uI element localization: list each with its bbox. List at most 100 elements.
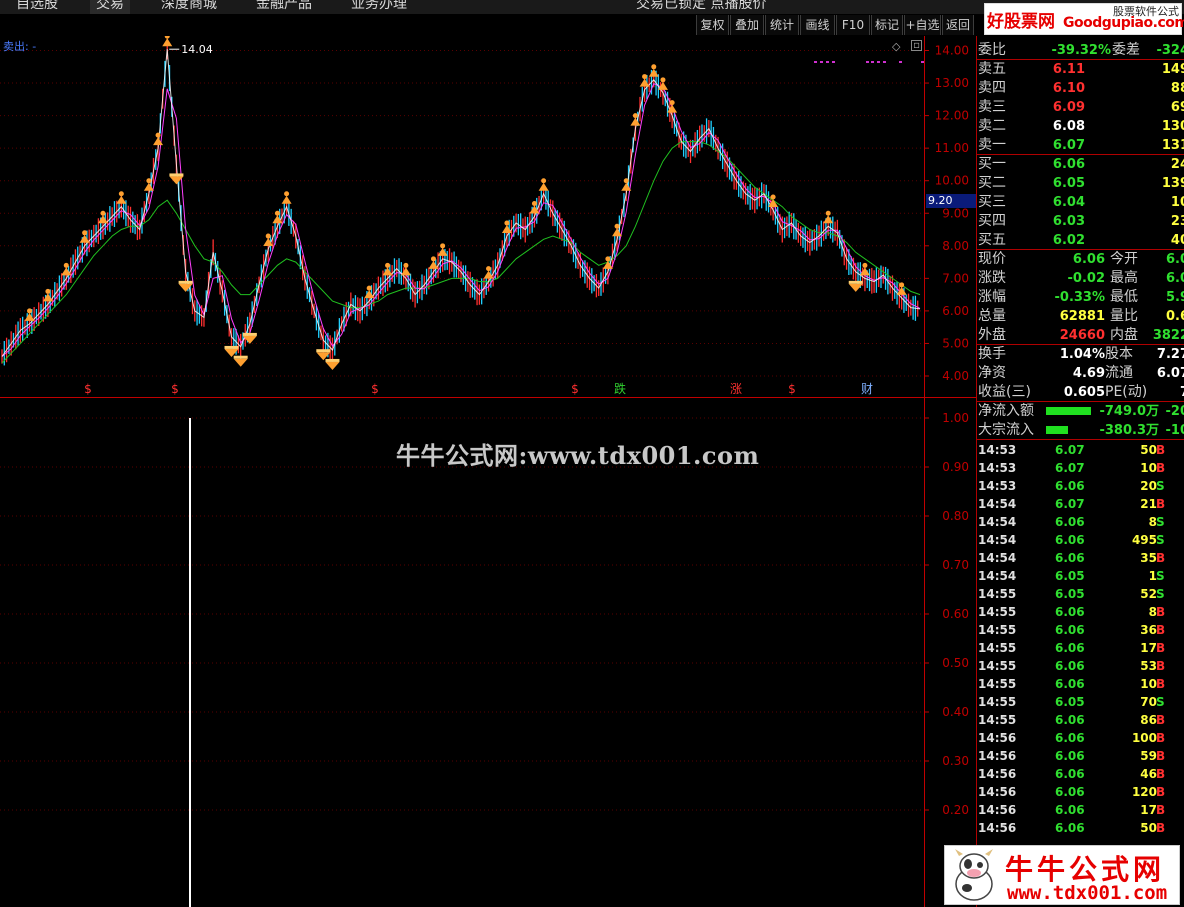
sell-signal-icon xyxy=(233,355,248,367)
y-tick-label: 0.70 xyxy=(942,558,969,572)
stat2-label: 换手 xyxy=(978,346,1006,362)
peak-label: 14.04 xyxy=(181,43,213,56)
bid-row: 买四 6.03 23 xyxy=(977,212,1184,231)
tick-price: 6.07 xyxy=(1055,443,1085,457)
tick-price: 6.05 xyxy=(1055,569,1085,583)
buy-signal-icon xyxy=(823,210,834,224)
tick-row: 14:54 6.05 1 S xyxy=(977,567,1184,585)
top-tab[interactable]: 自选股 xyxy=(10,0,64,14)
flow-value: -749.0万 xyxy=(1099,404,1159,419)
buy-signal-icon xyxy=(272,210,283,224)
ask-label: 卖二 xyxy=(978,118,1006,134)
tick-side: B xyxy=(1156,785,1166,799)
top-tab[interactable]: 交易 xyxy=(90,0,130,14)
bid-label: 买一 xyxy=(978,156,1006,172)
stats-button[interactable]: 统计 xyxy=(765,15,799,35)
overlay-button[interactable]: 叠加 xyxy=(730,15,764,35)
add-watchlist-button[interactable]: +自选 xyxy=(904,15,941,35)
ask-label: 卖三 xyxy=(978,99,1006,115)
signal-dot xyxy=(899,61,902,63)
tick-price: 6.06 xyxy=(1055,533,1085,547)
goodgupiao-logo: 好股票网 Goodgupiao.com 股票软件公式 xyxy=(984,3,1184,35)
stat-value: -0.02 xyxy=(1067,271,1105,286)
fuquan-button[interactable]: 复权 xyxy=(696,15,729,35)
buy-signal-icon xyxy=(97,210,108,224)
stat-label: 外盘 xyxy=(978,327,1006,343)
kline-svg: 14.00 13.00 12.00 11.00 10.00 9.00 8.00 7.00 6.0… xyxy=(0,33,976,398)
bid-volume: 23 xyxy=(1170,214,1184,229)
buy-signal-icon xyxy=(116,191,127,204)
tick-volume: 495 xyxy=(1131,533,1157,547)
tick-price: 6.06 xyxy=(1055,767,1085,781)
top-tab[interactable]: 金融产品 xyxy=(250,0,318,14)
tick-price: 6.06 xyxy=(1055,641,1085,655)
tick-time: 14:56 xyxy=(978,767,1017,781)
stat-value: 6.06 xyxy=(1072,252,1105,267)
window-icon[interactable]: ▫ xyxy=(911,40,922,51)
lower-indicator-chart[interactable]: 1.00 0.90 0.80 0.70 0.60 0.50 0.40 0.30 0.20 xyxy=(0,398,976,907)
buy-signal-icon xyxy=(143,178,154,191)
tick-row: 14:55 6.06 53 B xyxy=(977,657,1184,675)
y-tick-label: 12.00 xyxy=(935,109,969,123)
tick-price: 6.06 xyxy=(1055,803,1085,817)
tick-row: 14:55 6.06 8 B xyxy=(977,603,1184,621)
ask-volume: 69 xyxy=(1170,100,1184,115)
tick-volume: 100 xyxy=(1131,731,1157,745)
stat-row: 涨跌 -0.02 最高 6.0 xyxy=(977,269,1184,288)
stat-row: 总量 62881 量比 0.6 xyxy=(977,307,1184,326)
tick-row: 14:56 6.06 17 B xyxy=(977,801,1184,819)
tick-side: B xyxy=(1156,659,1166,673)
tick-row: 14:55 6.06 10 B xyxy=(977,675,1184,693)
logo-bottom-site: www.tdx001.com xyxy=(1007,882,1168,904)
main-kline-chart[interactable]: 14.00 13.00 12.00 11.00 10.00 9.00 8.00 7.00 6.0… xyxy=(0,33,976,398)
tick-price: 6.05 xyxy=(1055,587,1085,601)
buy-signal-icon xyxy=(437,243,448,256)
stat-label: 涨幅 xyxy=(978,289,1006,305)
signal-dot xyxy=(826,61,829,63)
f10-button[interactable]: F10 xyxy=(836,15,870,35)
buy-signal-icon xyxy=(612,223,623,237)
draw-line-button[interactable]: 画线 xyxy=(800,15,835,35)
tick-side: B xyxy=(1156,461,1166,475)
mark-button[interactable]: 标记 xyxy=(871,15,903,35)
y-tick-label: 11.00 xyxy=(935,141,969,155)
tick-time: 14:56 xyxy=(978,803,1017,817)
tick-volume: 10 xyxy=(1140,677,1157,691)
event-marker: $ xyxy=(171,382,179,396)
watermark-text: 牛牛公式网:www.tdx001.com xyxy=(396,441,760,470)
tick-price: 6.06 xyxy=(1055,551,1085,565)
ask-row: 卖二 6.08 130 xyxy=(977,117,1184,136)
buy-signal-icon xyxy=(24,308,35,321)
stat2-value-2: 7 xyxy=(1180,383,1184,402)
tick-side: B xyxy=(1156,767,1166,781)
stat2-label-2: 流通 xyxy=(1105,365,1133,381)
stat2-row: 换手 1.04%股本 7.27 xyxy=(977,345,1184,364)
stat2-value-2: 6.07 xyxy=(1156,366,1184,381)
tick-volume: 50 xyxy=(1140,821,1157,835)
bid-row: 买二 6.05 139 xyxy=(977,174,1184,193)
tick-price: 6.06 xyxy=(1055,821,1085,835)
tick-time: 14:55 xyxy=(978,623,1017,637)
tick-volume: 59 xyxy=(1140,749,1157,763)
stat-label-2: 内盘 xyxy=(1110,327,1138,343)
ask-price: 6.10 xyxy=(1052,81,1085,96)
top-tab[interactable]: 业务办理 xyxy=(345,0,413,14)
ask-row: 卖四 6.10 88 xyxy=(977,79,1184,98)
chart-toolbar: 复权 叠加 统计 画线 F10 标记 +自选 返回 xyxy=(0,14,976,36)
stat-row: 涨幅 -0.33% 最低 5.9 xyxy=(977,288,1184,307)
tick-time: 14:53 xyxy=(978,443,1017,457)
bid-label: 买五 xyxy=(978,232,1006,248)
signal-dot xyxy=(814,61,817,63)
tick-price: 6.06 xyxy=(1055,623,1085,637)
tick-side: B xyxy=(1156,443,1166,457)
tick-side: B xyxy=(1156,677,1166,691)
diamond-icon[interactable]: ◇ xyxy=(892,40,900,53)
flow-extra: -10 xyxy=(1165,423,1184,438)
stat-label-2: 最高 xyxy=(1110,270,1138,286)
back-button[interactable]: 返回 xyxy=(942,15,974,35)
stat-value-2: 6.0 xyxy=(1165,252,1184,267)
buy-signal-icon xyxy=(382,262,393,276)
top-tab[interactable]: 深度商城 xyxy=(155,0,223,14)
buy-signal-icon xyxy=(483,266,494,279)
tick-side: B xyxy=(1156,749,1166,763)
